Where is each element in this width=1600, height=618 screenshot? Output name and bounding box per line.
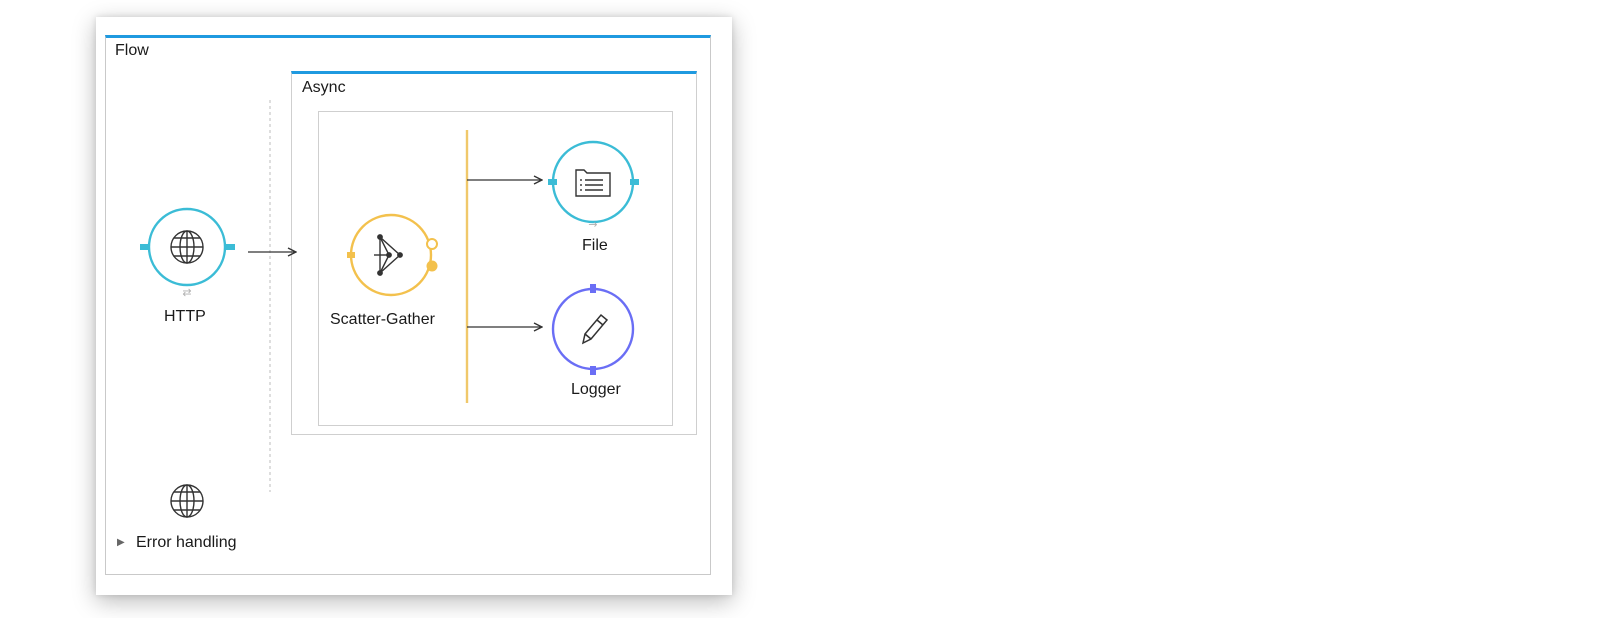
file-write-node[interactable]: → (548, 140, 639, 231)
logger-node-label: Logger (571, 381, 621, 398)
scatter-gather-node[interactable] (347, 213, 438, 297)
logger-node-ring (551, 287, 635, 371)
scatter-gather-label: Scatter-Gather (330, 311, 435, 328)
error-handling-globe-icon (170, 484, 204, 518)
http-listener-node[interactable]: ⇄ (140, 207, 235, 299)
http-node-label: HTTP (164, 308, 206, 325)
error-handling-expand-icon[interactable]: ▶ (117, 534, 131, 552)
logger-node[interactable] (551, 284, 635, 375)
globe-icon (170, 230, 204, 264)
file-node-label: File (582, 237, 608, 254)
error-handling-label[interactable]: Error handling (136, 534, 237, 552)
http-exchange-icon: ⇄ (182, 286, 191, 299)
file-node-ring (551, 140, 635, 224)
file-direction-icon: → (588, 218, 597, 231)
